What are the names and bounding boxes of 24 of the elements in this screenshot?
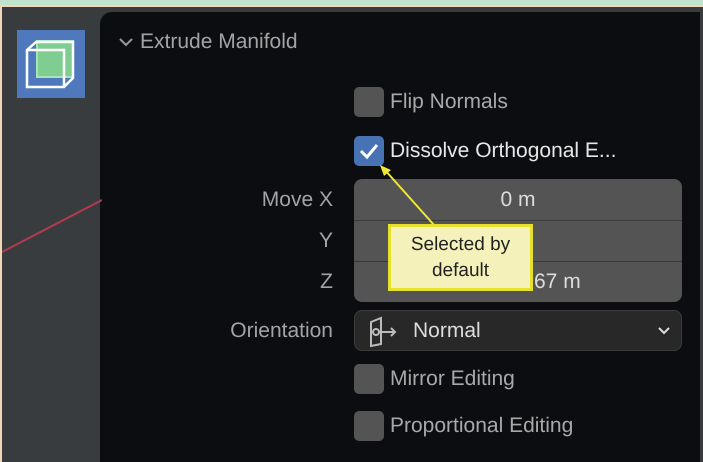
extrude-tool-icon[interactable] bbox=[17, 30, 85, 98]
field-label: Z bbox=[320, 268, 333, 295]
checkbox-label: Proportional Editing bbox=[390, 413, 574, 440]
dropdown-value: Normal bbox=[413, 318, 482, 344]
checkbox-label: Dissolve Orthogonal E... bbox=[390, 138, 616, 164]
orientation-label: Orientation bbox=[230, 318, 333, 344]
checkbox[interactable] bbox=[354, 87, 384, 117]
number-field[interactable]: 0 m bbox=[354, 179, 682, 220]
checkbox-label: Flip Normals bbox=[390, 89, 508, 116]
field-value: 67 m bbox=[534, 269, 581, 296]
caret-icon bbox=[657, 326, 671, 336]
callout-arrow bbox=[378, 164, 436, 226]
checkbox-label: Mirror Editing bbox=[390, 366, 515, 392]
field-value: 0 m bbox=[500, 186, 536, 213]
panel-title: Extrude Manifold bbox=[140, 29, 298, 56]
field-label: Move X bbox=[262, 186, 333, 213]
callout-tooltip: Selected by default bbox=[388, 224, 533, 291]
checkbox[interactable] bbox=[354, 364, 384, 394]
checkbox[interactable] bbox=[354, 136, 384, 166]
chevron-icon[interactable] bbox=[118, 36, 134, 48]
orientation-dropdown[interactable]: Normal bbox=[354, 310, 682, 351]
checkmark-icon bbox=[359, 142, 379, 160]
checkbox[interactable] bbox=[354, 411, 384, 441]
field-label: Y bbox=[318, 228, 333, 254]
